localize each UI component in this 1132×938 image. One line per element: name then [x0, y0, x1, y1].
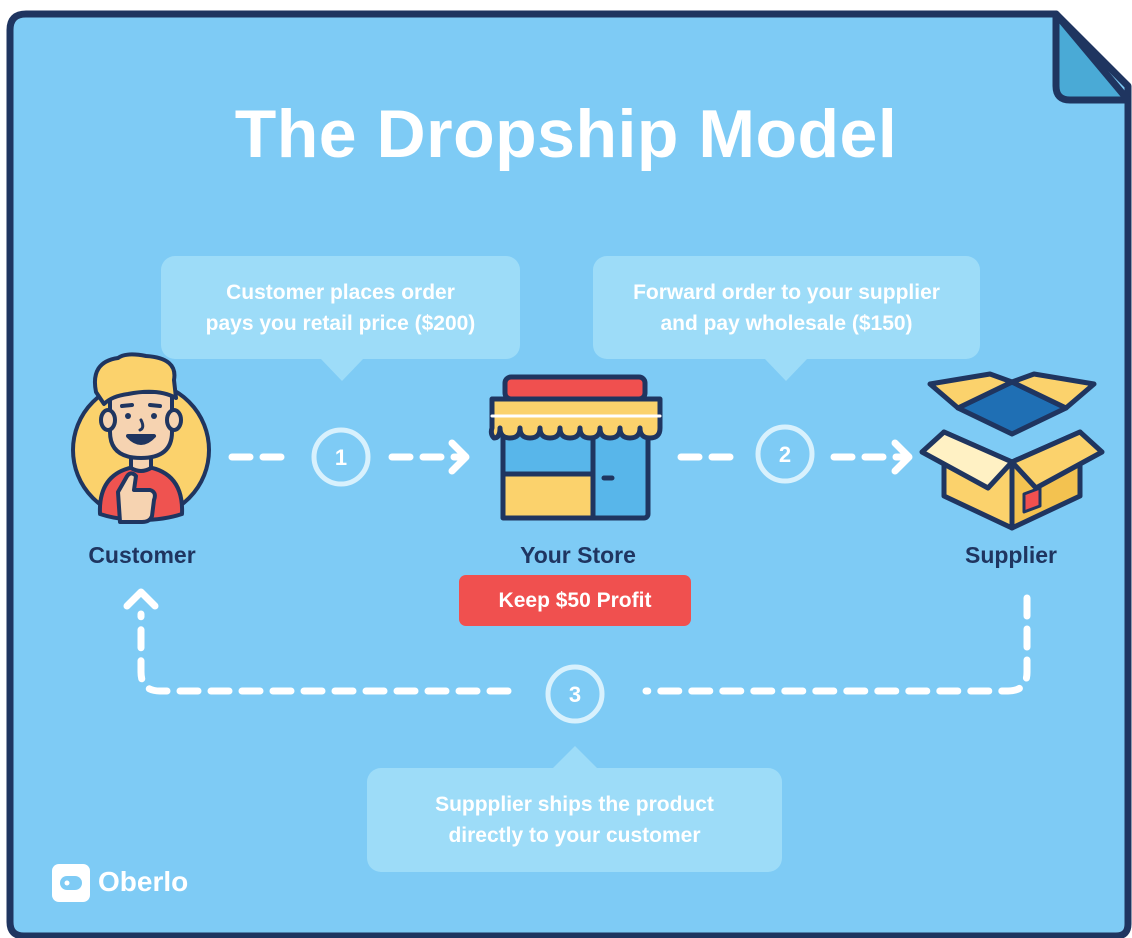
- step-1-line-2: pays you retail price ($200): [205, 311, 476, 335]
- folded-corner: [1052, 10, 1132, 104]
- step-3-number: 3: [569, 682, 581, 707]
- store-icon: [488, 374, 663, 521]
- step-1-line-1: Customer places order: [226, 280, 455, 304]
- step-3-line-2: directly to your customer: [448, 824, 701, 847]
- step-2-line-1: Forward order to your supplier: [633, 280, 940, 304]
- step-3-line-1: Suppplier ships the product: [435, 793, 714, 816]
- profit-badge: Keep $50 Profit: [459, 575, 691, 626]
- step-3-bubble: Suppplier ships the product directly to …: [367, 768, 782, 872]
- oberlo-logo-icon: [52, 864, 90, 902]
- step-1-bubble: Customer places order pays you retail pr…: [161, 256, 520, 359]
- supplier-label: Supplier: [964, 542, 1057, 568]
- step-1-number: 1: [335, 445, 347, 470]
- dropship-infographic: 1 2 3 The Dropship Model Customer places…: [0, 0, 1132, 938]
- step-2-number: 2: [779, 442, 791, 467]
- store-label: Your Store: [520, 542, 636, 568]
- customer-label: Customer: [88, 542, 196, 568]
- step-2-bubble: Forward order to your supplier and pay w…: [593, 256, 980, 359]
- brand-name: Oberlo: [98, 866, 189, 897]
- step-2-line-2: and pay wholesale ($150): [660, 311, 913, 335]
- page-title: The Dropship Model: [234, 96, 898, 172]
